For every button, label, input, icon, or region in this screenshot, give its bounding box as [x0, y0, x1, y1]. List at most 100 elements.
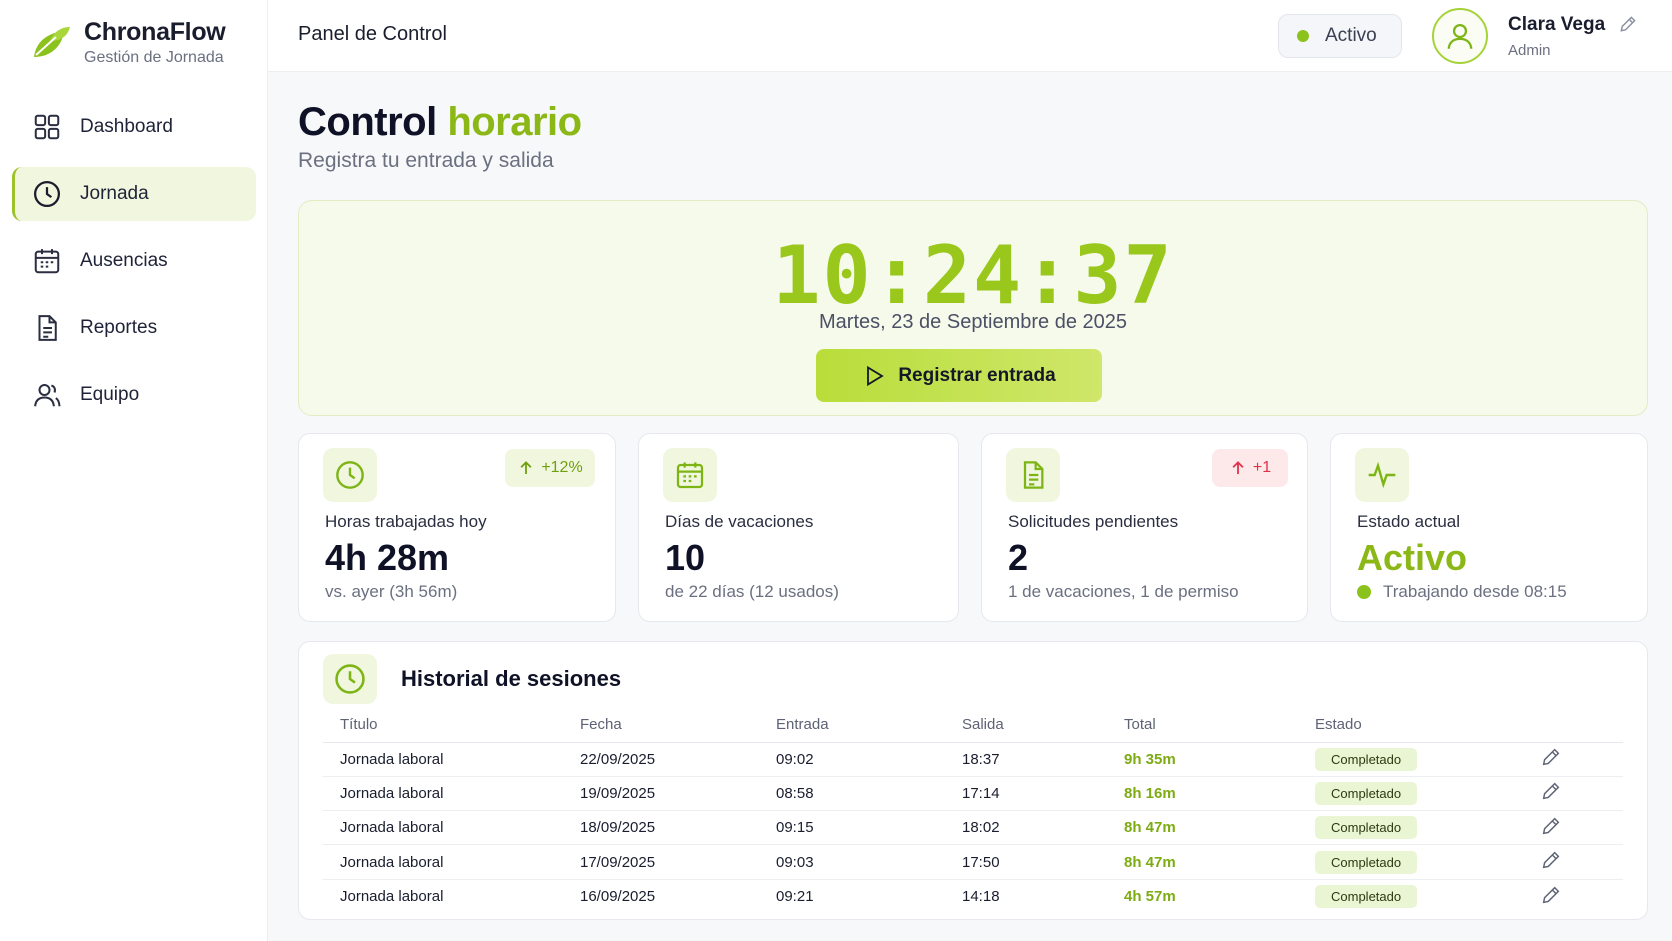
status-badge: Completado — [1315, 747, 1418, 771]
pending-badge-label: +1 — [1252, 459, 1272, 476]
calendar-icon — [676, 462, 704, 489]
history-table: Título Fecha Entrada Salida Total Estado… — [323, 708, 1623, 913]
stat-value: 4h 28m — [325, 537, 450, 578]
cell-actions — [1523, 776, 1623, 812]
cell-total: 8h 47m — [1107, 810, 1298, 846]
pending-badge: +1 — [1212, 449, 1288, 487]
document-icon — [38, 315, 57, 341]
sidebar: ChronaFlow Gestión de Jornada Dashboard … — [0, 0, 268, 941]
grid-icon — [34, 114, 60, 140]
cell-actions — [1523, 810, 1623, 846]
sidebar-item-label: Equipo — [80, 384, 140, 405]
page-subtitle: Registra tu entrada y salida — [298, 149, 554, 172]
leaf-logo-icon — [34, 26, 70, 57]
pencil-icon[interactable] — [1540, 815, 1562, 837]
table-row[interactable]: Jornada laboral 18/09/2025 09:15 18:02 8… — [323, 810, 1623, 846]
clock-card: 10:24:37 Martes, 23 de Septiembre de 202… — [298, 200, 1648, 416]
play-icon — [867, 365, 885, 386]
pencil-icon[interactable] — [1540, 780, 1562, 802]
sidebar-item-dashboard[interactable]: Dashboard — [12, 100, 256, 154]
table-row[interactable]: Jornada laboral 16/09/2025 09:21 14:18 4… — [323, 879, 1623, 913]
user-name: Clara Vega — [1508, 14, 1606, 35]
register-entry-label: Registrar entrada — [898, 364, 1056, 386]
clock-icon — [34, 181, 60, 207]
activity-icon — [1368, 461, 1396, 489]
pencil-icon[interactable] — [1540, 884, 1562, 906]
status-label: Activo — [1325, 25, 1377, 46]
stat-label: Estado actual — [1357, 512, 1461, 531]
arrow-up-icon — [1232, 461, 1244, 474]
table-header-row: Título Fecha Entrada Salida Total Estado — [323, 708, 1623, 743]
cell-total: 9h 35m — [1107, 742, 1298, 777]
cell-in: 09:02 — [759, 742, 945, 777]
status-badge: Completado — [1315, 885, 1418, 909]
column-header[interactable]: Estado — [1298, 708, 1523, 743]
stat-icon-wrap — [1355, 448, 1409, 502]
stat-foot: 1 de vacaciones, 1 de permiso — [1008, 582, 1239, 601]
cell-state: Completado — [1298, 742, 1523, 777]
pencil-icon[interactable] — [1540, 849, 1562, 871]
table-row[interactable]: Jornada laboral 19/09/2025 08:58 17:14 8… — [323, 776, 1623, 812]
sidebar-item-label: Dashboard — [80, 116, 173, 137]
cell-state: Completado — [1298, 844, 1523, 880]
stat-value: 10 — [665, 537, 706, 578]
cell-in: 09:21 — [776, 888, 814, 906]
column-header[interactable]: Entrada — [759, 708, 945, 743]
sidebar-item-label: Jornada — [80, 183, 149, 204]
table-row[interactable]: Jornada laboral 17/09/2025 09:03 17:50 8… — [323, 844, 1623, 880]
sidebar-item-equipo[interactable]: Equipo — [12, 368, 256, 422]
table-row[interactable]: Jornada laboral 22/09/2025 09:02 18:37 9… — [323, 742, 1623, 777]
topbar-title: Panel de Control — [298, 23, 447, 45]
column-header[interactable]: Fecha — [563, 708, 759, 743]
sidebar-item-jornada[interactable]: Jornada — [12, 167, 256, 221]
avatar[interactable] — [1432, 8, 1488, 64]
stat-foot: de 22 días (12 usados) — [665, 582, 839, 601]
stat-label: Solicitudes pendientes — [1008, 512, 1179, 531]
history-title: Historial de sesiones — [401, 666, 622, 691]
cell-date: 22/09/2025 — [563, 742, 759, 777]
cell-out: 18:02 — [945, 810, 1107, 846]
cell-state: Completado — [1298, 879, 1523, 913]
pencil-icon[interactable] — [1618, 14, 1638, 34]
clock-icon — [336, 461, 364, 489]
brand[interactable]: ChronaFlow Gestión de Jornada — [28, 18, 226, 67]
page-title-main: Control — [298, 100, 437, 144]
cell-out: 17:50 — [945, 844, 1107, 880]
sidebar-item-label: Reportes — [80, 317, 158, 338]
brand-name: ChronaFlow — [84, 18, 226, 46]
arrow-up-icon — [520, 461, 532, 474]
column-header[interactable]: Título — [323, 708, 563, 743]
status-pill[interactable]: Activo — [1278, 14, 1402, 58]
stat-card-status: Estado actual Activo Trabajando desde 08… — [1330, 433, 1648, 622]
users-icon — [34, 384, 61, 407]
status-badge: Completado — [1315, 781, 1418, 805]
cell-total: 8h 47m — [1107, 844, 1298, 880]
cell-title: Jornada laboral — [323, 810, 563, 846]
column-header[interactable]: Salida — [945, 708, 1107, 743]
stat-foot-text: Trabajando desde 08:15 — [1383, 582, 1567, 601]
sidebar-item-label: Ausencias — [80, 250, 168, 271]
cell-date: 16/09/2025 — [580, 888, 656, 906]
sidebar-item-ausencias[interactable]: Ausencias — [12, 234, 256, 288]
status-dot-icon — [1297, 30, 1309, 42]
user-role: Admin — [1508, 42, 1551, 59]
register-entry-button[interactable]: Registrar entrada — [816, 349, 1102, 402]
stat-card-vacations: Días de vacaciones 10 de 22 días (12 usa… — [638, 433, 959, 622]
cell-out: 18:37 — [945, 742, 1107, 777]
cell-title: Jornada laboral — [323, 776, 563, 812]
cell-total: 8h 16m — [1107, 776, 1298, 812]
calendar-icon — [34, 249, 60, 274]
sidebar-item-reportes[interactable]: Reportes — [12, 301, 256, 355]
brand-subtitle: Gestión de Jornada — [84, 49, 224, 66]
cell-title: Jornada laboral — [323, 742, 563, 777]
column-header[interactable]: Total — [1107, 708, 1298, 743]
cell-in: 09:15 — [759, 810, 945, 846]
clock-date: Martes, 23 de Septiembre de 2025 — [819, 311, 1127, 333]
cell-state: Completado — [1298, 776, 1523, 812]
stat-foot: vs. ayer (3h 56m) — [325, 582, 458, 601]
pencil-icon[interactable] — [1540, 746, 1562, 768]
stat-foot: Trabajando desde 08:15 — [1357, 582, 1567, 602]
page-title: Control horario — [298, 100, 582, 145]
cell-total: 4h 57m — [1124, 888, 1176, 906]
cell-in: 09:03 — [759, 844, 945, 880]
